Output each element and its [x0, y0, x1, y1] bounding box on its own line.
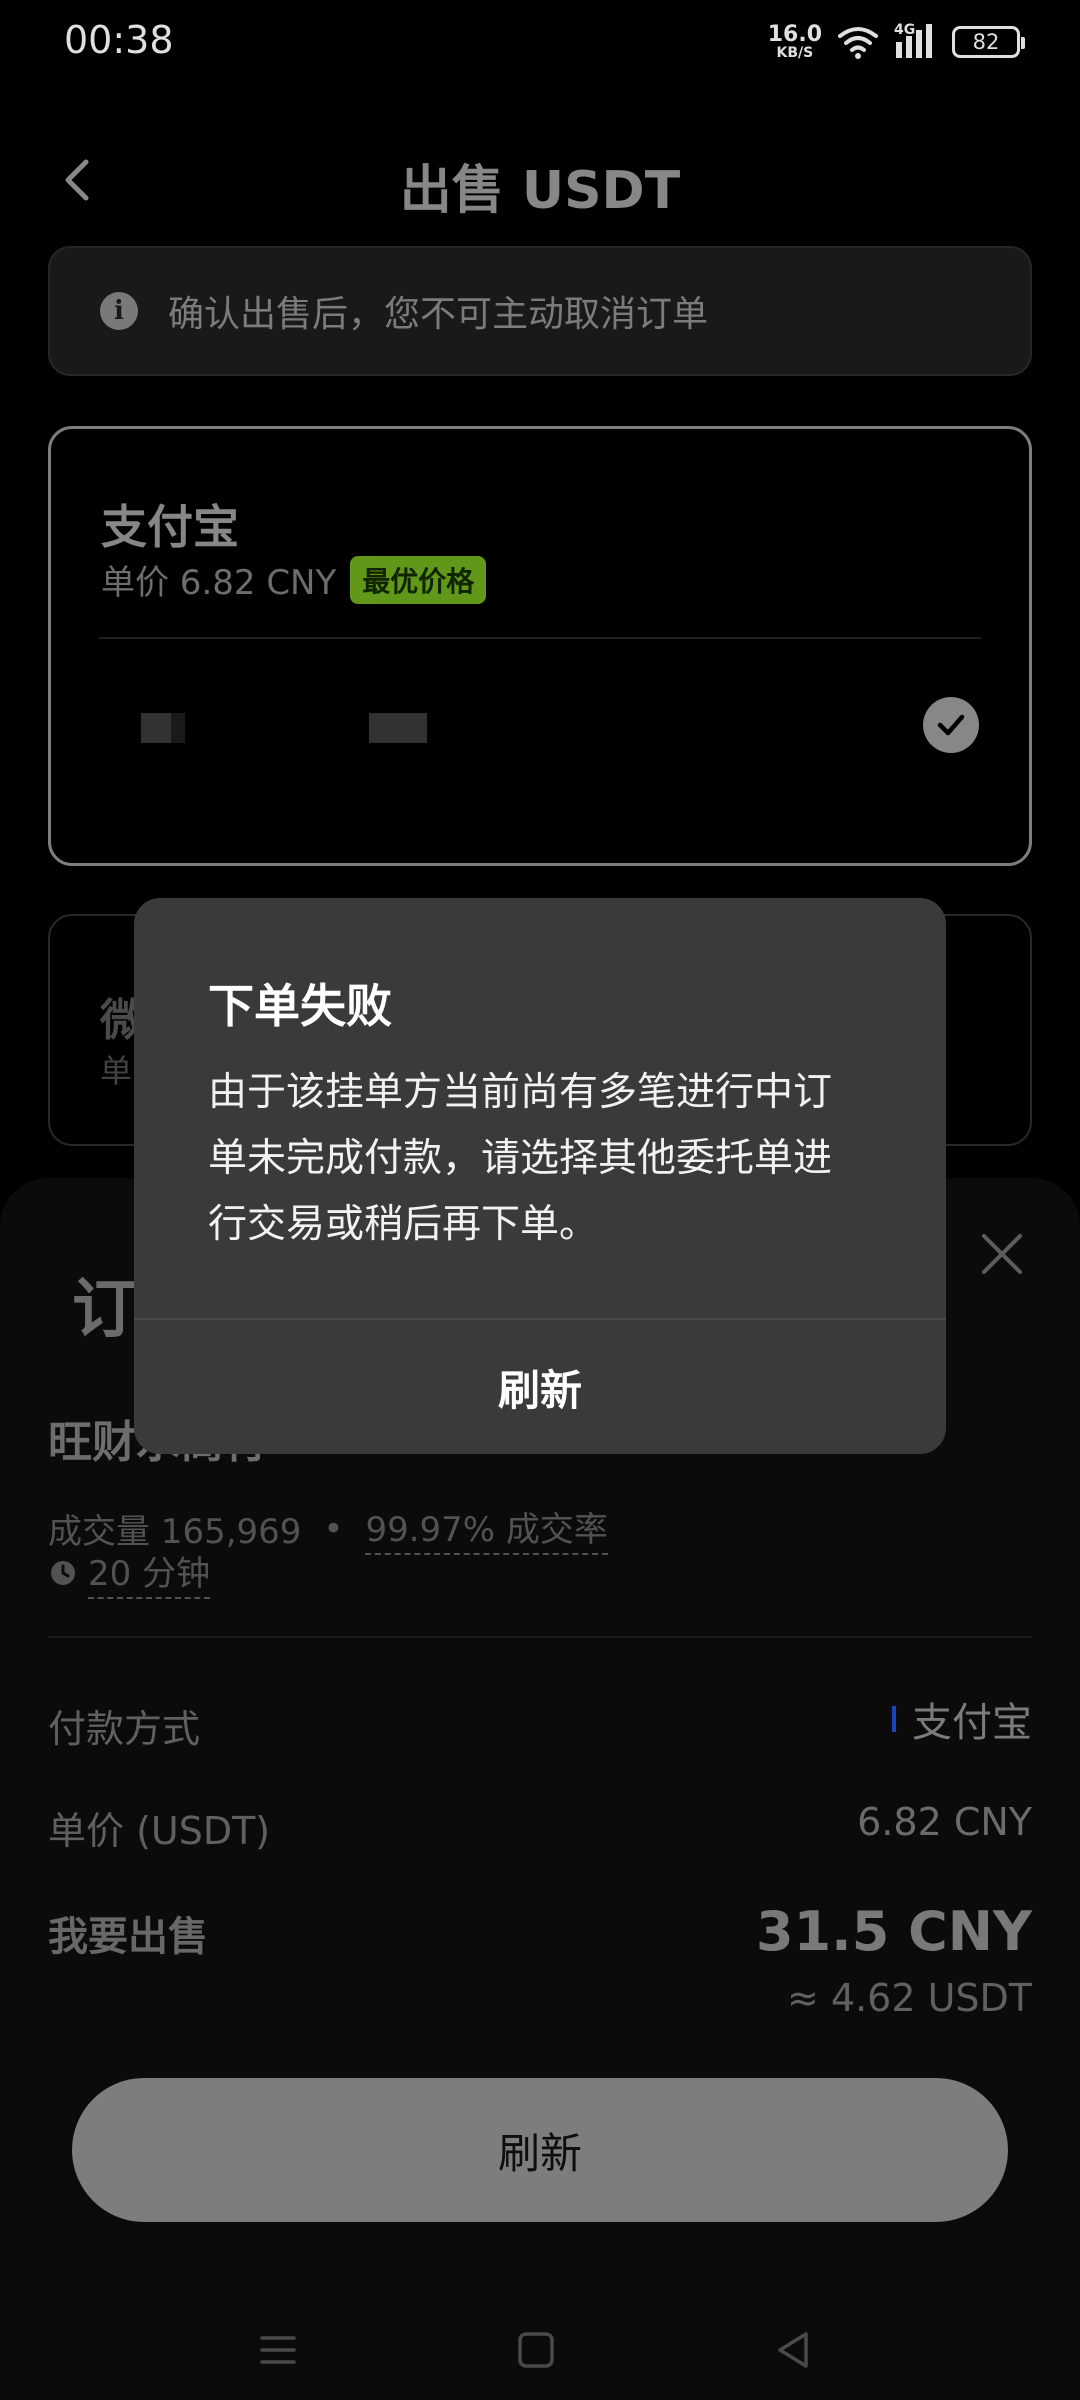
order-failed-dialog: 下单失败 由于该挂单方当前尚有多笔进行中订单未完成付款，请选择其他委托单进行交易…: [134, 898, 946, 1454]
dialog-title: 下单失败: [208, 979, 392, 1033]
dialog-refresh-button[interactable]: 刷新: [134, 1320, 946, 1454]
dialog-message: 由于该挂单方当前尚有多笔进行中订单未完成付款，请选择其他委托单进行交易或稍后再下…: [208, 1070, 833, 1247]
